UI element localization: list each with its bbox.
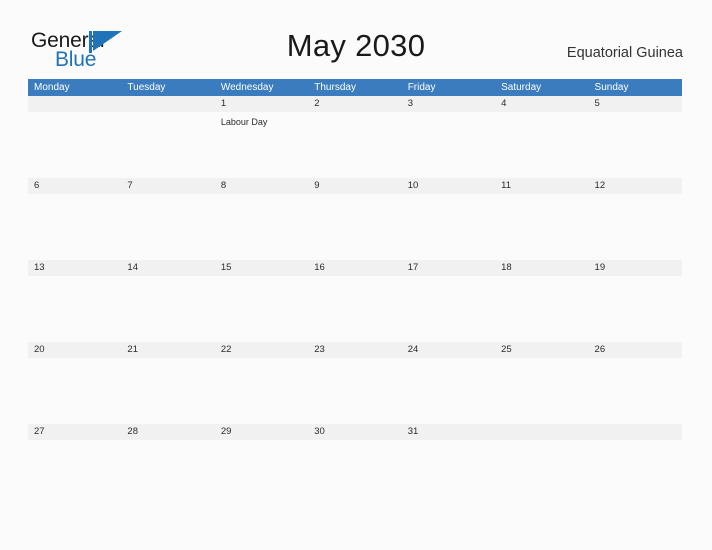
day-cell[interactable] (402, 112, 495, 176)
day-cell[interactable] (402, 276, 495, 340)
calendar-grid: Monday Tuesday Wednesday Thursday Friday… (28, 79, 682, 505)
day-cell[interactable] (589, 358, 682, 422)
weekday-header-thursday: Thursday (314, 82, 356, 93)
day-cell[interactable] (589, 276, 682, 340)
calendar-week-row: 1 2 3 4 5 Labour Day (28, 96, 682, 177)
weekday-header-monday: Monday (34, 82, 70, 93)
calendar-week-row: 6 7 8 9 10 11 12 (28, 178, 682, 259)
event-label: Labour Day (220, 117, 268, 127)
day-cell[interactable] (215, 276, 308, 340)
day-cell[interactable] (402, 440, 495, 504)
day-cell[interactable] (402, 194, 495, 258)
day-cell[interactable] (28, 194, 121, 258)
weekday-header-sunday: Sunday (594, 82, 629, 93)
day-number[interactable]: 11 (495, 178, 588, 194)
calendar-week-row: 27 28 29 30 31 (28, 424, 682, 505)
day-number[interactable]: 5 (589, 96, 682, 112)
page-header: General Blue May 2030 Equatorial Guinea (0, 0, 712, 78)
day-number[interactable]: 12 (589, 178, 682, 194)
day-number[interactable]: 30 (308, 424, 401, 440)
day-cell[interactable] (495, 358, 588, 422)
day-number[interactable]: 23 (308, 342, 401, 358)
day-number-strip: 6 7 8 9 10 11 12 (28, 178, 682, 194)
day-number[interactable]: 31 (402, 424, 495, 440)
day-cell[interactable] (495, 276, 588, 340)
weekday-header-tuesday: Tuesday (127, 82, 166, 93)
day-cell[interactable] (28, 358, 121, 422)
day-cell[interactable] (121, 358, 214, 422)
day-number[interactable]: 27 (28, 424, 121, 440)
weekday-header-row: Monday Tuesday Wednesday Thursday Friday… (28, 79, 682, 96)
day-number[interactable] (589, 424, 682, 440)
day-cell[interactable] (308, 440, 401, 504)
day-cell[interactable] (308, 276, 401, 340)
day-number[interactable] (495, 424, 588, 440)
day-number[interactable]: 17 (402, 260, 495, 276)
day-number[interactable]: 2 (308, 96, 401, 112)
day-number[interactable]: 26 (589, 342, 682, 358)
day-number[interactable]: 28 (121, 424, 214, 440)
day-event-row (28, 194, 682, 258)
day-number[interactable]: 15 (215, 260, 308, 276)
day-number-strip: 1 2 3 4 5 (28, 96, 682, 112)
day-number[interactable]: 14 (121, 260, 214, 276)
day-number[interactable]: 18 (495, 260, 588, 276)
day-cell[interactable] (308, 358, 401, 422)
day-cell[interactable] (215, 358, 308, 422)
day-cell[interactable] (121, 194, 214, 258)
weekday-header-saturday: Saturday (501, 82, 542, 93)
day-number[interactable]: 19 (589, 260, 682, 276)
calendar-week-row: 20 21 22 23 24 25 26 (28, 342, 682, 423)
day-cell[interactable] (308, 112, 401, 176)
day-number[interactable]: 8 (215, 178, 308, 194)
day-number[interactable]: 21 (121, 342, 214, 358)
day-number[interactable]: 4 (495, 96, 588, 112)
day-number[interactable]: 10 (402, 178, 495, 194)
day-cell[interactable] (589, 440, 682, 504)
day-cell[interactable] (589, 112, 682, 176)
day-number-strip: 20 21 22 23 24 25 26 (28, 342, 682, 358)
day-cell[interactable] (495, 194, 588, 258)
day-number-strip: 13 14 15 16 17 18 19 (28, 260, 682, 276)
day-cell[interactable] (495, 112, 588, 176)
day-cell[interactable] (121, 440, 214, 504)
day-cell[interactable] (28, 112, 121, 176)
day-cell[interactable] (589, 194, 682, 258)
day-number[interactable]: 3 (402, 96, 495, 112)
day-cell[interactable] (308, 194, 401, 258)
day-number[interactable]: 24 (402, 342, 495, 358)
weekday-header-friday: Friday (407, 82, 436, 93)
day-number[interactable]: 7 (121, 178, 214, 194)
day-number-strip: 27 28 29 30 31 (28, 424, 682, 440)
weekday-header-wednesday: Wednesday (220, 82, 274, 93)
locale-label: Equatorial Guinea (566, 45, 683, 61)
day-number[interactable]: 22 (215, 342, 308, 358)
day-cell[interactable] (215, 194, 308, 258)
day-cell[interactable] (215, 440, 308, 504)
day-cell[interactable] (402, 358, 495, 422)
day-number[interactable]: 25 (495, 342, 588, 358)
day-event-row (28, 358, 682, 422)
day-cell[interactable]: Labour Day (215, 112, 308, 176)
calendar-week-row: 13 14 15 16 17 18 19 (28, 260, 682, 341)
day-number[interactable]: 6 (28, 178, 121, 194)
day-cell[interactable] (121, 276, 214, 340)
day-number[interactable]: 1 (215, 96, 308, 112)
day-number[interactable]: 16 (308, 260, 401, 276)
day-cell[interactable] (495, 440, 588, 504)
day-number[interactable]: 9 (308, 178, 401, 194)
day-number[interactable]: 29 (215, 424, 308, 440)
day-event-row: Labour Day (28, 112, 682, 176)
day-cell[interactable] (121, 112, 214, 176)
day-number[interactable] (28, 96, 121, 112)
day-event-row (28, 440, 682, 504)
day-cell[interactable] (28, 440, 121, 504)
day-number[interactable]: 20 (28, 342, 121, 358)
day-event-row (28, 276, 682, 340)
day-number[interactable]: 13 (28, 260, 121, 276)
day-number[interactable] (121, 96, 214, 112)
day-cell[interactable] (28, 276, 121, 340)
